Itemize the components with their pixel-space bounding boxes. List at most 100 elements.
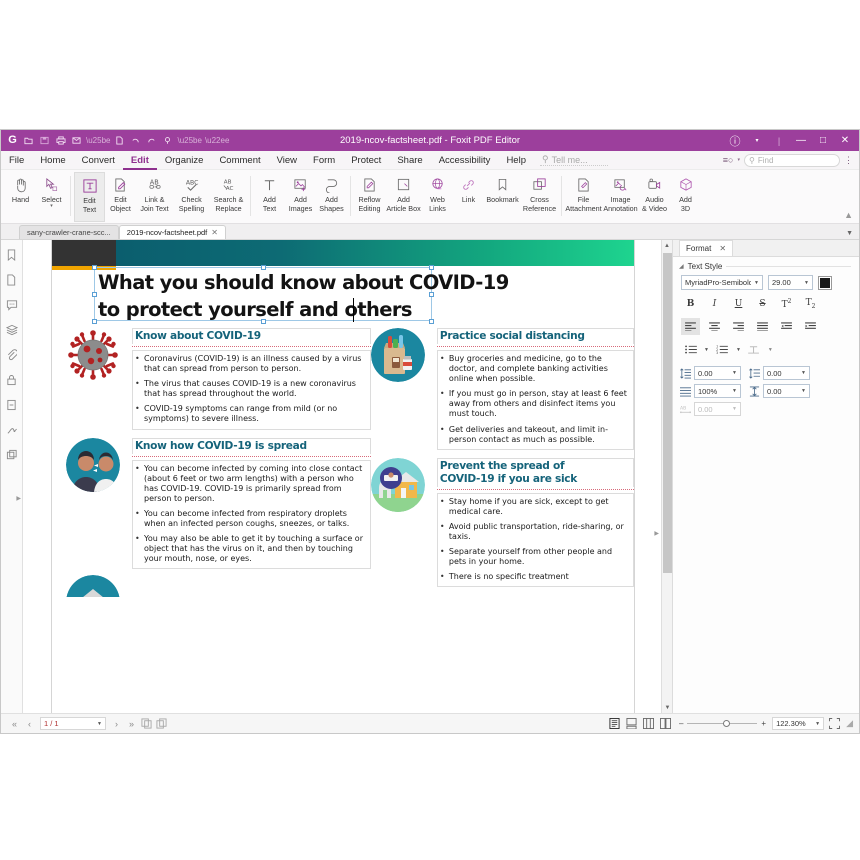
resize-handle-ne[interactable] — [429, 265, 434, 270]
ribbon-button-edit-text[interactable]: Edit Text — [74, 172, 105, 222]
doc-tab-2019-ncov-factsheet[interactable]: 2019-ncov-factsheet.pdf ✕ — [118, 225, 226, 239]
layers-icon[interactable] — [5, 323, 19, 337]
maximize-button[interactable]: □ — [813, 131, 833, 150]
right-panel-expander[interactable]: ▶ — [654, 530, 659, 537]
stamps-icon[interactable] — [5, 448, 19, 462]
more-options-icon[interactable]: ⋮ — [844, 155, 853, 166]
view-options-icon[interactable]: ≡○ — [723, 155, 734, 165]
section-heading-frame-1[interactable]: Know about COVID-19 — [132, 328, 371, 344]
superscript-button[interactable]: T2 — [777, 295, 796, 312]
text-style-section-header[interactable]: ◢ Text Style — [673, 257, 859, 273]
tab-strip-overflow-arrow[interactable]: ▼ — [846, 230, 853, 237]
security-icon[interactable] — [5, 373, 19, 387]
print-icon[interactable] — [53, 133, 68, 148]
menu-item-organize[interactable]: Organize — [157, 151, 212, 170]
doc-tab-close-icon[interactable]: ✕ — [211, 228, 218, 237]
quick-access-customize-arrow[interactable]: \u25be — [176, 136, 202, 145]
section-bullet-list-1[interactable]: • Coronavirus (COVID-19) is an illness ca… — [132, 350, 371, 430]
selected-text-box[interactable]: What you should know about COVID-19 to p… — [92, 265, 509, 324]
single-page-view-button[interactable] — [608, 717, 622, 731]
minimize-button[interactable]: — — [791, 131, 811, 150]
menu-item-comment[interactable]: Comment — [211, 151, 268, 170]
section-bullet-list-4[interactable]: • Stay home if you are sick, except to ge… — [436, 492, 634, 588]
select-dropdown-arrow[interactable]: ▾ — [50, 204, 53, 209]
ribbon-button-add-3d[interactable]: Add 3D — [670, 172, 701, 222]
section-bullet-list-2[interactable]: • You can become infected by coming into … — [132, 459, 371, 570]
account-icon[interactable]: ⓘ — [725, 131, 745, 150]
quick-access-overflow-icon[interactable]: \u22ee — [204, 136, 230, 145]
first-page-button[interactable]: « — [7, 716, 22, 731]
horizontal-scale-field[interactable]: 100% ▼ — [694, 384, 741, 398]
tell-me-search[interactable]: ⚲ Tell me... — [539, 154, 608, 166]
font-size-select[interactable]: 29.00 ▼ — [768, 275, 813, 290]
strikethrough-button[interactable]: S — [753, 295, 772, 312]
subscript-button[interactable]: T2 — [801, 295, 820, 312]
text-direction-button[interactable] — [745, 341, 764, 358]
ribbon-button-add-shapes[interactable]: Add Shapes — [316, 172, 347, 222]
align-justify-button[interactable] — [753, 318, 772, 335]
menu-item-view[interactable]: View — [269, 151, 305, 170]
document-vertical-scrollbar[interactable]: ▲ ▼ — [661, 240, 672, 713]
vertical-offset-field[interactable]: 0.00 ▼ — [763, 384, 810, 398]
attachments-icon[interactable] — [5, 348, 19, 362]
menu-item-protect[interactable]: Protect — [343, 151, 389, 170]
ribbon-button-select[interactable]: Select ▾ — [36, 172, 67, 222]
fullscreen-button[interactable] — [827, 717, 841, 731]
email-icon[interactable] — [69, 133, 84, 148]
resize-handle-w[interactable] — [92, 292, 97, 297]
comments-icon[interactable] — [5, 298, 19, 312]
ribbon-button-bookmark[interactable]: Bookmark — [484, 172, 521, 222]
previous-page-button[interactable]: ‹ — [22, 716, 37, 731]
resize-handle-sw[interactable] — [92, 319, 97, 324]
close-icon[interactable]: ✕ — [719, 244, 726, 253]
font-family-select[interactable]: MyriadPro-SemiboldC ▼ — [681, 275, 763, 290]
section-heading-frame-4[interactable]: Prevent the spread of COVID-19 if you ar… — [436, 457, 634, 487]
ribbon-button-add-text[interactable]: Add Text — [254, 172, 285, 222]
menu-item-form[interactable]: Form — [305, 151, 343, 170]
menu-item-help[interactable]: Help — [498, 151, 534, 170]
bold-button[interactable]: B — [681, 295, 700, 312]
section-heading-frame-2[interactable]: Know how COVID-19 is spread — [132, 437, 371, 454]
bookmark-icon[interactable] — [5, 248, 19, 262]
line-spacing-field[interactable]: 0.00 ▼ — [694, 366, 741, 380]
bulleted-list-dropdown-arrow[interactable]: ▼ — [704, 347, 709, 353]
underline-button[interactable]: U — [729, 295, 748, 312]
align-right-button[interactable] — [729, 318, 748, 335]
zoom-out-button[interactable]: – — [679, 719, 687, 728]
previous-view-button[interactable] — [139, 716, 154, 731]
scroll-down-arrow[interactable]: ▼ — [662, 702, 672, 713]
font-color-swatch[interactable] — [818, 275, 832, 290]
create-pdf-icon[interactable] — [112, 133, 127, 148]
ribbon-button-file-attachment[interactable]: File Attachment — [565, 172, 602, 222]
highlight-icon[interactable] — [160, 133, 175, 148]
view-options-dropdown-arrow[interactable]: ▾ — [737, 157, 740, 163]
ribbon-collapse-button[interactable]: ▲ — [844, 210, 853, 220]
numbered-list-button[interactable]: 123 — [713, 341, 732, 358]
section-bullet-list-3[interactable]: • Buy groceries and medicine, go to the d… — [436, 350, 634, 450]
text-direction-dropdown-arrow[interactable]: ▼ — [768, 347, 773, 353]
resize-grip[interactable]: ◢ — [844, 718, 853, 729]
ribbon-button-edit-object[interactable]: Edit Object — [105, 172, 136, 222]
resize-handle-n[interactable] — [261, 265, 266, 270]
resize-handle-nw[interactable] — [92, 265, 97, 270]
menu-item-accessibility[interactable]: Accessibility — [431, 151, 499, 170]
menu-item-share[interactable]: Share — [389, 151, 430, 170]
undo-icon[interactable] — [128, 133, 143, 148]
find-input[interactable]: ⚲ Find — [744, 153, 840, 167]
menu-item-file[interactable]: File — [1, 151, 32, 170]
close-button[interactable]: ✕ — [835, 131, 855, 150]
document-view[interactable]: What you should know about COVID-19 to p… — [23, 240, 673, 713]
zoom-slider-knob[interactable] — [723, 719, 731, 727]
nav-panel-expander[interactable]: ▶ — [16, 495, 21, 502]
decrease-indent-button[interactable] — [777, 318, 796, 335]
ribbon-button-add-images[interactable]: Add Images — [285, 172, 316, 222]
menu-item-home[interactable]: Home — [32, 151, 73, 170]
redo-icon[interactable] — [144, 133, 159, 148]
align-left-button[interactable] — [681, 318, 700, 335]
next-page-button[interactable]: › — [109, 716, 124, 731]
italic-button[interactable]: I — [705, 295, 724, 312]
destinations-icon[interactable] — [5, 398, 19, 412]
zoom-slider[interactable]: – + — [679, 719, 766, 728]
open-file-icon[interactable] — [21, 133, 36, 148]
quick-access-dropdown-arrow[interactable]: \u25be — [85, 136, 111, 145]
